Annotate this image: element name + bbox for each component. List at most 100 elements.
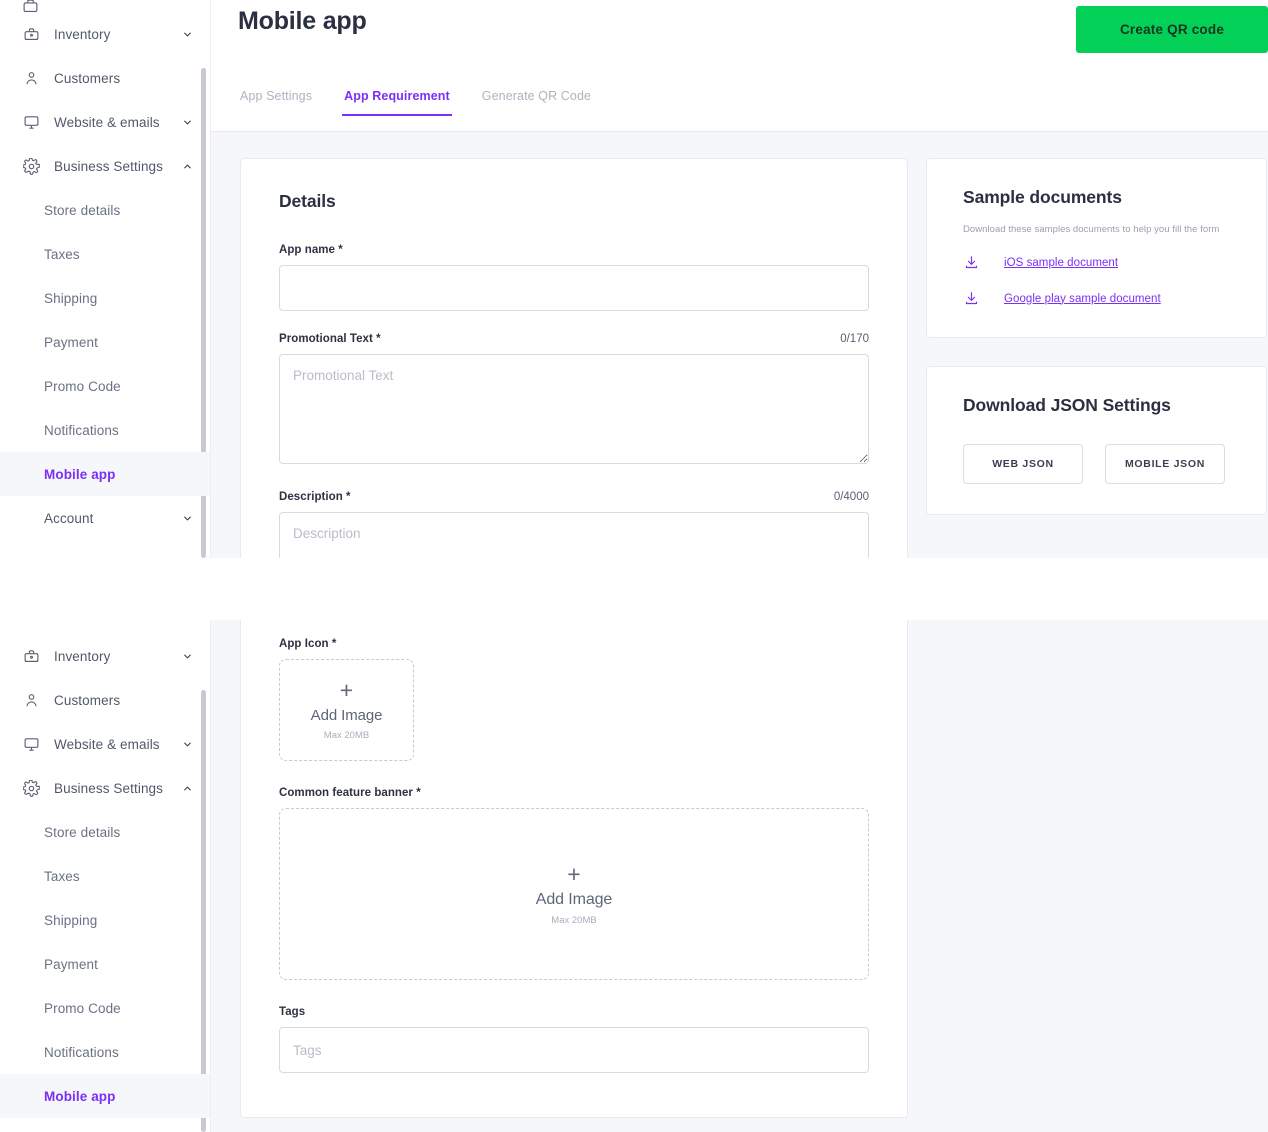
chevron-down-icon[interactable] <box>180 27 194 41</box>
sidebar-subitem-label: Promo Code <box>44 378 121 394</box>
sidebar-item-customers[interactable]: Customers <box>0 56 210 100</box>
mobile-json-button[interactable]: MOBILE JSON <box>1105 444 1225 484</box>
sidebar-subitem-payment[interactable]: Payment <box>0 942 210 986</box>
sidebar: Inventory Customers Website & emails Bus… <box>0 0 211 558</box>
sidebar-main-list: Inventory Customers Website & emails Bus… <box>0 620 210 1118</box>
viewport-top-half: Inventory Customers Website & emails Bus… <box>0 0 1268 558</box>
sidebar-subitem-label: Payment <box>44 956 98 972</box>
sidebar-subitem-label: Promo Code <box>44 1000 121 1016</box>
chevron-up-icon[interactable] <box>180 781 194 795</box>
ios-sample-document-link[interactable]: iOS sample document <box>963 254 1230 271</box>
google-play-sample-document-link[interactable]: Google play sample document <box>963 290 1230 307</box>
sidebar-subitem-label: Taxes <box>44 868 80 884</box>
sidebar-subitem-payment[interactable]: Payment <box>0 320 210 364</box>
tab-app-requirement[interactable]: App Requirement <box>342 86 452 116</box>
link-label: Google play sample document <box>1004 292 1161 305</box>
sample-documents-subtitle: Download these samples documents to help… <box>963 224 1220 235</box>
download-icon <box>963 290 980 307</box>
sidebar-item-label: Website & emails <box>54 114 160 130</box>
sidebar-item-customers[interactable]: Customers <box>0 678 210 722</box>
sidebar-subitem-shipping[interactable]: Shipping <box>0 898 210 942</box>
field-common-feature-banner: Common feature banner * + Add Image Max … <box>279 787 869 980</box>
description-textarea[interactable] <box>279 512 869 558</box>
field-promotional-text: Promotional Text * 0/170 <box>279 333 869 469</box>
sidebar-subitem-mobile-app[interactable]: Mobile app <box>0 452 210 496</box>
sidebar-subitem-shipping[interactable]: Shipping <box>0 276 210 320</box>
content-area-scrolled: App Icon * + Add Image Max 20MB Common f… <box>211 620 1268 1132</box>
sidebar-subitem-label: Shipping <box>44 290 98 306</box>
sidebar-item-label: Business Settings <box>54 780 164 796</box>
sidebar-subitem-label: Mobile app <box>44 1088 116 1104</box>
main-content-bottom: App Icon * + Add Image Max 20MB Common f… <box>211 620 1268 1132</box>
sidebar-item-website-emails[interactable]: Website & emails <box>0 722 210 766</box>
sidebar-item-label: Customers <box>54 692 121 708</box>
viewport-bottom-half: Inventory Customers Website & emails Bus… <box>0 620 1268 1132</box>
chevron-down-icon[interactable] <box>180 737 194 751</box>
web-json-button[interactable]: WEB JSON <box>963 444 1083 484</box>
sidebar-item-account[interactable]: Account <box>0 496 210 540</box>
app-icon-dropzone[interactable]: + Add Image Max 20MB <box>279 659 414 761</box>
create-qr-code-button[interactable]: Create QR code <box>1076 6 1268 53</box>
chevron-down-icon[interactable] <box>180 649 194 663</box>
sidebar-clipped-icon <box>0 0 210 12</box>
field-label: Description * <box>279 491 351 503</box>
sidebar-item-label: Customers <box>54 70 121 86</box>
tab-bar: App Settings App Requirement Generate QR… <box>211 86 1268 132</box>
link-label: iOS sample document <box>1004 256 1119 269</box>
dropzone-max-size: Max 20MB <box>551 914 597 926</box>
sidebar-subitem-label: Mobile app <box>44 466 116 482</box>
field-tags: Tags <box>279 1006 869 1073</box>
sidebar-subitem-store-details[interactable]: Store details <box>0 810 210 854</box>
sidebar-subitem-mobile-app[interactable]: Mobile app <box>0 1074 210 1118</box>
sample-documents-card: Sample documents Download these samples … <box>926 158 1267 338</box>
sidebar-subitem-promo-code[interactable]: Promo Code <box>0 364 210 408</box>
sidebar-item-website-emails[interactable]: Website & emails <box>0 100 210 144</box>
sidebar-subitem-label: Notifications <box>44 422 119 438</box>
content-area: Details App name * Promotional Text * 0/… <box>211 132 1268 558</box>
plus-icon: + <box>567 860 581 887</box>
tab-generate-qr-code[interactable]: Generate QR Code <box>480 86 593 116</box>
field-label: App Icon * <box>279 638 337 650</box>
customers-icon <box>22 69 41 88</box>
sidebar-item-inventory[interactable]: Inventory <box>0 634 210 678</box>
gear-icon <box>22 157 41 176</box>
tab-app-settings[interactable]: App Settings <box>238 86 314 116</box>
sidebar-subitem-notifications[interactable]: Notifications <box>0 408 210 452</box>
sidebar-item-inventory[interactable]: Inventory <box>0 12 210 56</box>
app-name-input[interactable] <box>279 265 869 311</box>
download-json-settings-card: Download JSON Settings WEB JSON MOBILE J… <box>926 366 1267 515</box>
sidebar-subitem-label: Taxes <box>44 246 80 262</box>
sidebar-subitem-store-details[interactable]: Store details <box>0 188 210 232</box>
side-column: Sample documents Download these samples … <box>926 158 1267 558</box>
plus-icon: + <box>339 677 354 703</box>
sidebar-subitem-taxes[interactable]: Taxes <box>0 232 210 276</box>
common-feature-banner-dropzone[interactable]: + Add Image Max 20MB <box>279 808 869 980</box>
json-card-title: Download JSON Settings <box>963 395 1171 415</box>
sidebar-subitem-label: Notifications <box>44 1044 119 1060</box>
tags-input[interactable] <box>279 1027 869 1073</box>
sidebar-item-label: Business Settings <box>54 158 164 174</box>
sidebar-subitem-label: Shipping <box>44 912 98 928</box>
chevron-down-icon[interactable] <box>180 115 194 129</box>
chevron-down-icon[interactable] <box>180 511 194 525</box>
sidebar-item-business-settings[interactable]: Business Settings <box>0 144 210 188</box>
page-title: Mobile app <box>238 7 367 35</box>
monitor-icon <box>22 113 41 132</box>
details-card: Details App name * Promotional Text * 0/… <box>240 158 908 558</box>
sidebar-subitem-notifications[interactable]: Notifications <box>0 1030 210 1074</box>
sidebar-main-list: Inventory Customers Website & emails Bus… <box>0 12 210 540</box>
promotional-text-textarea[interactable] <box>279 354 869 464</box>
form-column: App Icon * + Add Image Max 20MB Common f… <box>240 620 908 1132</box>
details-card-continued: App Icon * + Add Image Max 20MB Common f… <box>240 620 908 1118</box>
field-label: Tags <box>279 1006 306 1018</box>
details-card-title: Details <box>279 191 336 211</box>
json-buttons-group: WEB JSON MOBILE JSON <box>963 444 1230 484</box>
sidebar-subitem-taxes[interactable]: Taxes <box>0 854 210 898</box>
side-column-empty <box>926 620 1267 1132</box>
dropzone-label: Add Image <box>535 890 613 908</box>
sidebar-subitem-label: Store details <box>44 202 121 218</box>
chevron-up-icon[interactable] <box>180 159 194 173</box>
field-app-name: App name * <box>279 244 869 311</box>
sidebar-subitem-promo-code[interactable]: Promo Code <box>0 986 210 1030</box>
sidebar-item-business-settings[interactable]: Business Settings <box>0 766 210 810</box>
